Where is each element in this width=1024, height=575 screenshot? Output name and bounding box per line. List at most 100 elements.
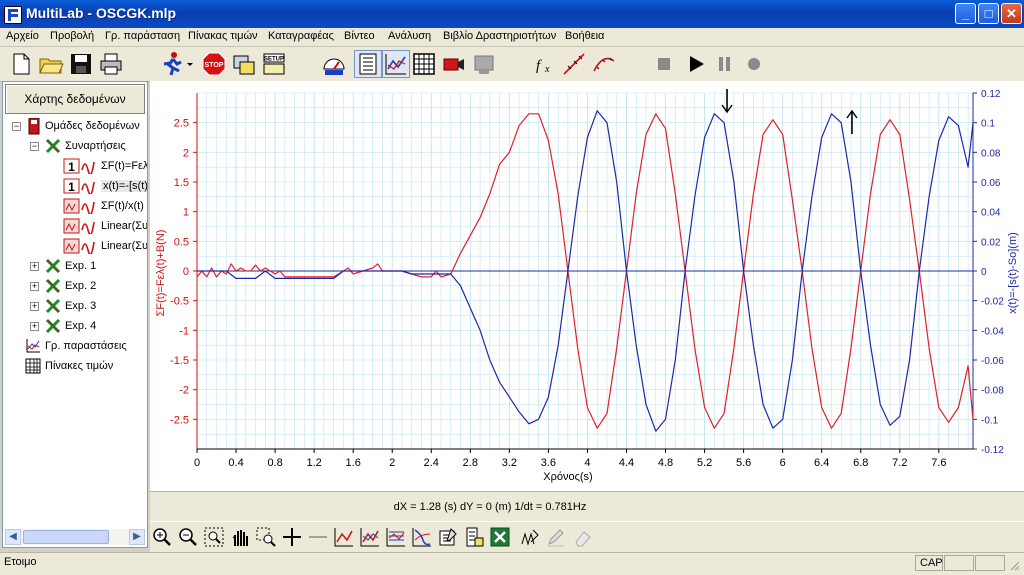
tree-collapse-functions[interactable]: − bbox=[30, 142, 39, 151]
tree-item-exp-2[interactable]: Exp. 2 bbox=[45, 276, 96, 296]
tree-item-graphs[interactable]: Γρ. παραστάσεις bbox=[25, 336, 127, 356]
computed-function-icon bbox=[63, 238, 95, 254]
pause-button[interactable] bbox=[710, 50, 738, 78]
series-1-button[interactable] bbox=[332, 525, 356, 549]
new-file-button[interactable] bbox=[7, 50, 35, 78]
video-sync-icon bbox=[474, 55, 494, 74]
series-2-button[interactable] bbox=[358, 525, 382, 549]
menu-video[interactable]: Βίντεο bbox=[344, 30, 375, 42]
pan-button[interactable] bbox=[228, 525, 252, 549]
table-view-button[interactable] bbox=[410, 50, 438, 78]
x-tick-label: 0.4 bbox=[228, 457, 243, 469]
record-button[interactable] bbox=[740, 50, 768, 78]
x-tick-label: 6.4 bbox=[814, 457, 829, 469]
menu-logger[interactable]: Καταγραφέας bbox=[268, 30, 334, 42]
graph-view-toggle[interactable] bbox=[382, 50, 410, 78]
graph-panel[interactable]: 0 0.4 0.8 1.2 1.6 2 2.4 2.8 3.2 3.6 4 4.4 4.8 5.2 5.6 6… bbox=[150, 81, 1024, 491]
menu-view[interactable]: Προβολή bbox=[50, 30, 94, 42]
x-tick-label: 5.6 bbox=[736, 457, 751, 469]
tree-horizontal-scrollbar[interactable]: ◀ ▶ bbox=[5, 529, 145, 545]
close-button[interactable]: ✕ bbox=[1001, 3, 1022, 24]
pencil-button[interactable] bbox=[544, 525, 568, 549]
data-logger-icon bbox=[28, 118, 40, 135]
close-icon: ✕ bbox=[1006, 6, 1017, 21]
tree-label: Πίνακες τιμών bbox=[45, 360, 114, 372]
save-button[interactable] bbox=[67, 50, 95, 78]
tree-item-exp-4[interactable]: Exp. 4 bbox=[45, 316, 96, 336]
y-right-tick-label: -0.08 bbox=[981, 386, 1004, 397]
linear-fit-button[interactable] bbox=[560, 50, 588, 78]
record-stop-button[interactable] bbox=[650, 50, 678, 78]
experiment-x-icon bbox=[45, 278, 61, 294]
y-right-tick-label: 0 bbox=[981, 267, 987, 278]
run-options-dropdown[interactable] bbox=[184, 50, 196, 78]
curve-fit-button[interactable] bbox=[590, 50, 618, 78]
video-sync-button[interactable] bbox=[470, 50, 498, 78]
menu-table[interactable]: Πίνακας τιμών bbox=[188, 30, 258, 42]
zoom-in-button[interactable] bbox=[150, 525, 174, 549]
function-wizard-button[interactable]: fx bbox=[532, 50, 560, 78]
stop-button[interactable]: STOP bbox=[200, 50, 228, 78]
zoom-select-button[interactable] bbox=[254, 525, 278, 549]
menu-file[interactable]: Αρχείο bbox=[6, 30, 39, 42]
scroll-left-button[interactable]: ◀ bbox=[5, 529, 21, 545]
hand-pan-icon bbox=[232, 530, 248, 546]
tree-expand-exp2[interactable]: + bbox=[30, 282, 39, 291]
tree-expand-exp3[interactable]: + bbox=[30, 302, 39, 311]
tree-item-exp-3[interactable]: Exp. 3 bbox=[45, 296, 96, 316]
multi-series-button[interactable] bbox=[384, 525, 408, 549]
scroll-right-button[interactable]: ▶ bbox=[129, 529, 145, 545]
scroll-thumb[interactable] bbox=[23, 530, 109, 544]
title-bar[interactable]: MultiLab - OSCGK.mlp _ □ ✕ bbox=[0, 0, 1024, 28]
graph-properties-button[interactable] bbox=[436, 525, 460, 549]
data-map-tool-button[interactable] bbox=[462, 525, 486, 549]
annotation-button[interactable] bbox=[518, 525, 542, 549]
eraser-button[interactable] bbox=[570, 525, 594, 549]
data-map-toggle[interactable] bbox=[354, 50, 382, 78]
y-axis-right-label: x(t)=-[s(t)-So](m) bbox=[1007, 232, 1019, 314]
multilab-app-icon[interactable] bbox=[4, 6, 22, 24]
setup-button[interactable]: SETUP bbox=[260, 50, 288, 78]
tree-collapse-root[interactable]: − bbox=[12, 122, 21, 131]
run-experiment-button[interactable] bbox=[158, 50, 186, 78]
zoom-out-button[interactable] bbox=[176, 525, 200, 549]
tree-item-function-4[interactable]: Linear(Συ bbox=[63, 216, 147, 236]
cursor-button[interactable] bbox=[280, 525, 304, 549]
export-excel-button[interactable] bbox=[488, 525, 512, 549]
x-tick-label: 2.8 bbox=[463, 457, 478, 469]
open-file-button[interactable] bbox=[37, 50, 65, 78]
meter-button[interactable] bbox=[320, 50, 348, 78]
data-map-header-button[interactable]: Χάρτης δεδομένων bbox=[5, 84, 145, 114]
tree-item-tables[interactable]: Πίνακες τιμών bbox=[25, 356, 113, 376]
oscillation-chart[interactable]: 0 0.4 0.8 1.2 1.6 2 2.4 2.8 3.2 3.6 4 4.4 4.8 5.2 5.6 6… bbox=[150, 81, 1024, 491]
chevron-down-icon bbox=[187, 63, 193, 66]
tree-item-functions[interactable]: Συναρτήσεις bbox=[45, 136, 126, 156]
resize-grip-icon bbox=[1010, 561, 1020, 571]
graph-mode-button[interactable] bbox=[410, 525, 434, 549]
tree-item-exp-1[interactable]: Exp. 1 bbox=[45, 256, 96, 276]
tree-item-function-3[interactable]: ΣF(t)/x(t) bbox=[63, 196, 144, 216]
print-button[interactable] bbox=[97, 50, 125, 78]
x-tick-label: 5.2 bbox=[697, 457, 712, 469]
second-cursor-button[interactable] bbox=[306, 525, 330, 549]
tree-item-function-5[interactable]: Linear(Συ bbox=[63, 236, 147, 256]
menu-activity-book[interactable]: Βιβλίο Δραστηριοτήτων bbox=[443, 30, 556, 42]
tree-item-function-1[interactable]: 1 ΣF(t)=Fελ bbox=[63, 156, 147, 176]
tree-item-function-2[interactable]: 1 x(t)=-[s(t)-S bbox=[63, 176, 147, 196]
maximize-button[interactable]: □ bbox=[978, 3, 999, 24]
zoom-fit-button[interactable] bbox=[202, 525, 226, 549]
menu-graph[interactable]: Γρ. παράσταση bbox=[105, 30, 180, 42]
tree-item-data-groups[interactable]: Ομάδες δεδομένων bbox=[27, 118, 140, 136]
zoom-out-icon bbox=[179, 528, 197, 546]
menu-help[interactable]: Βοήθεια bbox=[565, 30, 604, 42]
tree-expand-exp1[interactable]: + bbox=[30, 262, 39, 271]
menu-analysis[interactable]: Ανάλυση bbox=[388, 30, 431, 42]
resize-grip[interactable] bbox=[1008, 559, 1020, 571]
play-button[interactable] bbox=[682, 50, 710, 78]
computed-function-icon bbox=[63, 198, 95, 214]
minimize-button[interactable]: _ bbox=[955, 3, 976, 24]
x-tick-label: 2.4 bbox=[424, 457, 439, 469]
sensor-setup-button[interactable] bbox=[230, 50, 258, 78]
tree-expand-exp4[interactable]: + bbox=[30, 322, 39, 331]
video-button[interactable] bbox=[440, 50, 468, 78]
